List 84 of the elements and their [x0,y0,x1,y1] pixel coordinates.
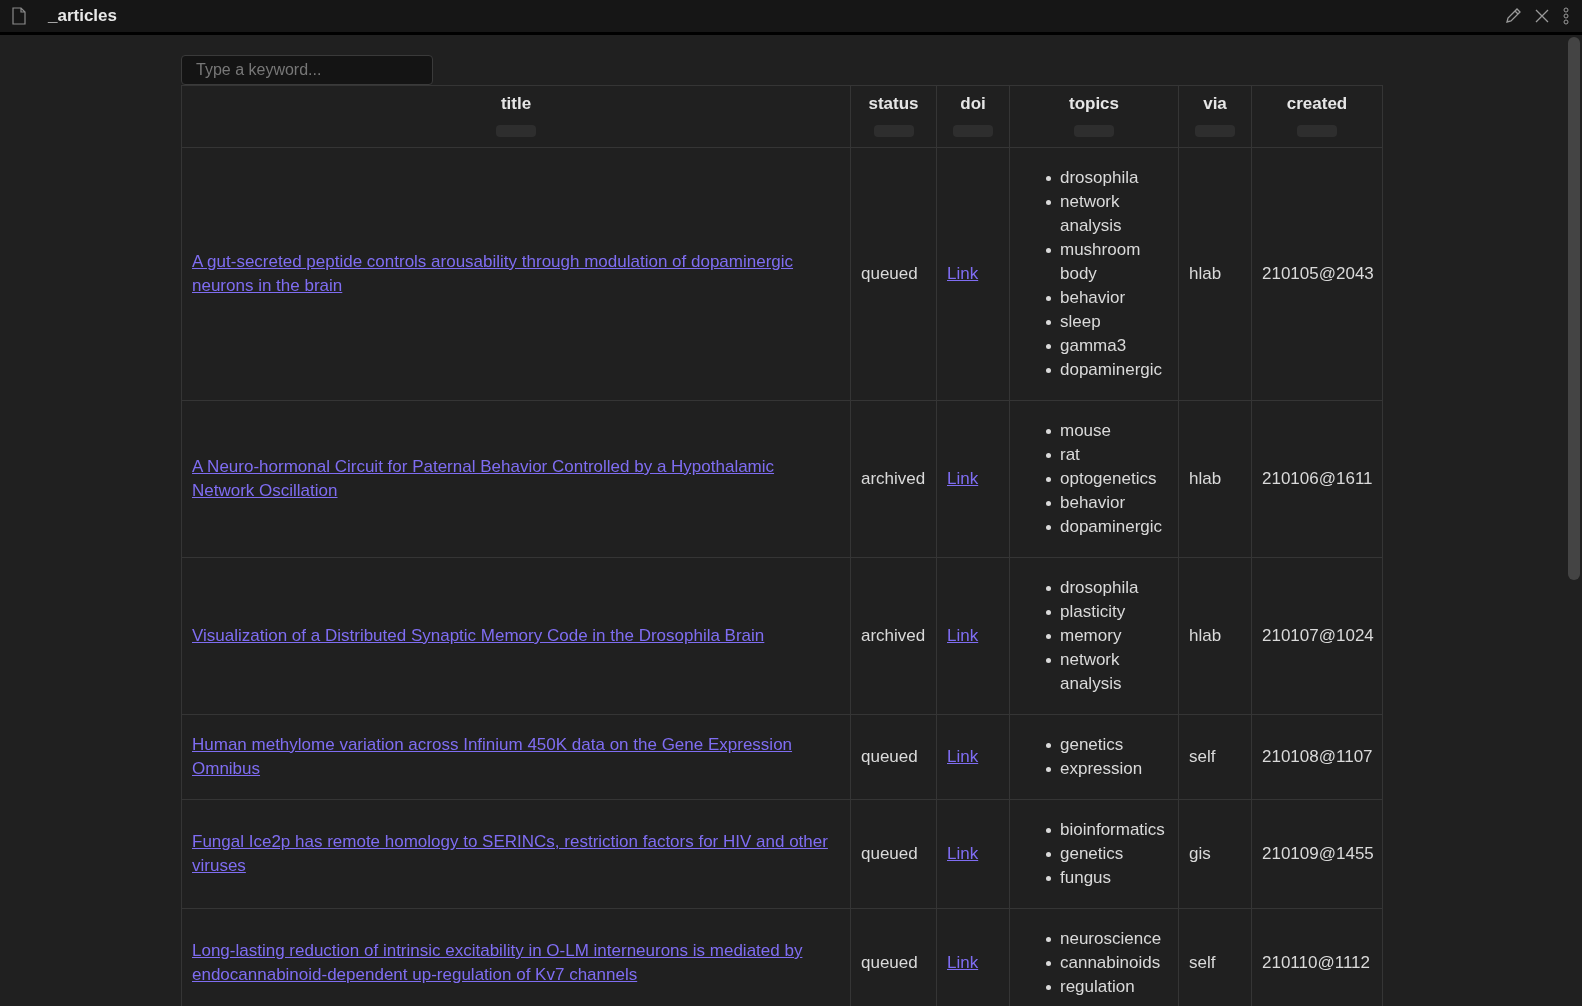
status-text: queued [861,953,918,972]
bullet-icon [1046,344,1051,349]
file-icon [12,7,26,25]
bullet-icon [1046,477,1051,482]
scrollbar-thumb[interactable] [1568,37,1580,580]
status-text: queued [861,747,918,766]
created-text: 210107@1024 [1262,626,1374,645]
doi-link[interactable]: Link [947,626,979,645]
via-text: hlab [1189,469,1222,488]
topic-text: drosophila [1060,577,1139,599]
bullet-icon [1046,985,1051,990]
bullet-icon [1046,658,1051,663]
via-text: gis [1189,844,1211,863]
bullet-icon [1046,610,1051,615]
bullet-icon [1046,320,1051,325]
created-text: 210108@1107 [1262,747,1373,766]
bullet-icon [1046,586,1051,591]
status-text: queued [861,264,918,283]
column-header[interactable]: topics [1068,92,1120,116]
topic-text: regulation [1060,976,1135,998]
doi-link[interactable]: Link [947,264,979,283]
window-title: _articles [48,6,117,26]
topic-text: behavior [1060,287,1126,309]
topic-text: neuroscience [1060,928,1162,950]
close-icon[interactable] [1534,8,1550,24]
via-text: hlab [1189,264,1222,283]
status-text: archived [861,469,926,488]
article-title-link[interactable]: A gut-secreted peptide controls arousability through modulation of dopaminergic neurons in the brain [192,250,840,298]
bullet-icon [1046,176,1051,181]
bullet-icon [1046,368,1051,373]
more-options-icon[interactable] [1562,7,1570,25]
column-header[interactable]: title [500,92,532,116]
doi-link[interactable]: Link [947,469,979,488]
doi-link[interactable]: Link [947,953,979,972]
bullet-icon [1046,296,1051,301]
bullet-icon [1046,828,1051,833]
created-text: 210105@2043 [1262,264,1374,283]
bullet-icon [1046,876,1051,881]
column-header[interactable]: via [1203,92,1227,116]
topic-text: optogenetics [1060,468,1157,490]
topic-text: dopaminergic [1060,516,1163,538]
status-text: queued [861,844,918,863]
bullet-icon [1046,767,1051,772]
bullet-icon [1046,634,1051,639]
topic-text: bioinformatics [1060,819,1165,841]
created-text: 210106@1611 [1262,469,1373,488]
topic-text: genetics [1060,734,1124,756]
bullet-icon [1046,200,1051,205]
bullet-icon [1046,743,1051,748]
via-text: hlab [1189,626,1222,645]
article-title-link[interactable]: Visualization of a Distributed Synaptic Memory Code in the Drosophila Brain [192,624,840,648]
bullet-icon [1046,429,1051,434]
topic-text: dopaminergic [1060,359,1163,381]
created-text: 210109@1455 [1262,844,1374,863]
topic-text: network analysis [1060,649,1123,695]
topic-text: expression [1060,758,1143,780]
topic-text: behavior [1060,492,1126,514]
search-field[interactable]: Type a keyword... [181,55,433,85]
status-text: archived [861,626,926,645]
column-header[interactable]: created [1286,92,1348,116]
edit-icon[interactable] [1504,7,1522,25]
topic-text: sleep [1060,311,1101,333]
topic-text: plasticity [1060,601,1126,623]
bullet-icon [1046,248,1051,253]
bullet-icon [1046,852,1051,857]
column-header[interactable]: doi [960,92,986,116]
topic-text: rat [1060,444,1080,466]
topic-text: mouse [1060,420,1112,442]
topic-text: drosophila [1060,167,1139,189]
via-text: self [1189,953,1216,972]
topic-text: memory [1060,625,1122,647]
bullet-icon [1046,453,1051,458]
doi-link[interactable]: Link [947,747,979,766]
bullet-icon [1046,501,1051,506]
bullet-icon [1046,961,1051,966]
created-text: 210110@1112 [1262,953,1371,972]
topic-text: genetics [1060,843,1124,865]
topic-text: fungus [1060,867,1112,889]
topic-text: cannabinoids [1060,952,1161,974]
bullet-icon [1046,525,1051,530]
bullet-icon [1046,937,1051,942]
doi-link[interactable]: Link [947,844,979,863]
topic-text: gamma3 [1060,335,1127,357]
via-text: self [1189,747,1216,766]
